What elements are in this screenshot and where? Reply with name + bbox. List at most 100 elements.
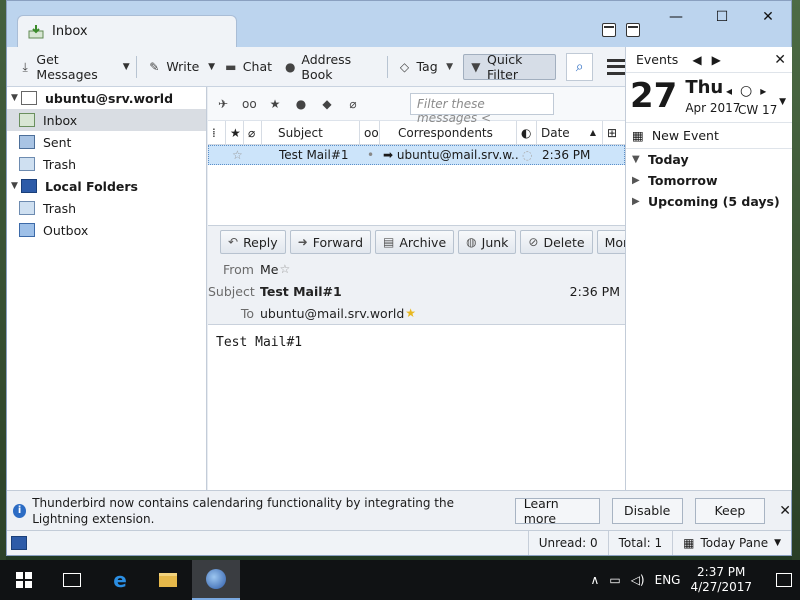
delete-button[interactable]: ⊘ Delete [520, 230, 593, 254]
minimize-button[interactable]: — [653, 1, 699, 33]
forward-button[interactable]: ➜ Forward [289, 230, 372, 254]
thunderbird-taskbar-button[interactable] [192, 560, 240, 600]
close-icon[interactable]: ✕ [779, 503, 791, 519]
reply-label: Reply [243, 234, 278, 250]
today-pane-toggle[interactable]: ▦ Today Pane ▼ [672, 531, 791, 555]
chat-bubble-icon: ▬ [225, 59, 237, 74]
edge-taskbar-button[interactable]: e [96, 560, 144, 600]
unread-filter-icon[interactable]: oo [242, 97, 257, 111]
agenda-label: Tomorrow [648, 173, 718, 188]
file-explorer-taskbar-button[interactable] [144, 560, 192, 600]
tag-filter-icon[interactable]: ◆ [320, 97, 334, 111]
folder-inbox[interactable]: Inbox [7, 109, 206, 131]
close-window-button[interactable]: ✕ [745, 1, 791, 33]
chevron-right-icon: ▶ [632, 175, 640, 186]
task-view-button[interactable] [48, 560, 96, 600]
folder-account[interactable]: ▼ ubuntu@srv.world [7, 87, 206, 109]
chat-button[interactable]: ▬ Chat [218, 54, 278, 80]
folder-local-folders[interactable]: ▼ Local Folders [7, 175, 206, 197]
mini-day: 27 Thu Apr 2017 ◂ ○ ▸ CW 17 ▼ [626, 73, 792, 123]
pin-icon[interactable]: ✈ [216, 97, 230, 111]
junk-button[interactable]: ◍ Junk [458, 230, 517, 254]
delete-label: Delete [543, 234, 585, 250]
folder-sent[interactable]: Sent [7, 131, 206, 153]
folder-local-trash[interactable]: Trash [7, 197, 206, 219]
action-center-icon[interactable] [776, 573, 792, 587]
expand-icon[interactable]: ▼ [11, 93, 21, 103]
app-menu-button[interactable] [607, 58, 625, 75]
date-column[interactable]: Date ▲ [537, 121, 603, 144]
chevron-down-icon[interactable]: ▼ [779, 97, 786, 107]
edge-icon: e [113, 568, 127, 592]
system-tray: ∧ ▭ ◁) ENG 2:37 PM 4/27/2017 [591, 565, 800, 595]
close-icon[interactable]: ✕ [774, 52, 786, 68]
keep-button[interactable]: Keep [694, 497, 766, 524]
filter-messages-input[interactable]: Filter these messages < [410, 92, 554, 125]
volume-icon[interactable]: ◁) [631, 573, 645, 587]
junk-status-icon[interactable]: ◌ [518, 148, 538, 162]
to-value[interactable]: ubuntu@mail.srv.world [260, 306, 404, 321]
star-empty-icon[interactable]: ☆ [279, 262, 290, 276]
flame-icon: ◍ [466, 235, 477, 249]
subject-column[interactable]: Subject [262, 121, 360, 144]
write-button[interactable]: ✎ Write [141, 54, 205, 80]
agenda-tomorrow[interactable]: ▶ Tomorrow [626, 170, 792, 191]
next-day-icon[interactable]: ▸ [760, 84, 766, 98]
calendar-tab-icon[interactable] [602, 23, 616, 37]
next-arrow-icon[interactable]: ▶ [712, 53, 721, 67]
star-column[interactable]: ★ [226, 121, 244, 144]
search-button[interactable]: ⌕ [566, 52, 594, 81]
network-icon[interactable]: ▭ [609, 573, 620, 587]
folder-outbox[interactable]: Outbox [7, 219, 206, 241]
tag-button[interactable]: ◇ Tag ▼ [391, 54, 462, 80]
junk-label: Junk [481, 234, 509, 250]
new-event-button[interactable]: ▦ New Event [626, 123, 792, 149]
unread-count: Unread: 0 [527, 531, 608, 555]
get-messages-label: Get Messages [36, 51, 98, 82]
download-icon: ⤓ [22, 59, 28, 74]
address-book-button[interactable]: ● Address Book [278, 52, 383, 82]
archive-button[interactable]: ▤ Archive [375, 230, 455, 254]
message-correspondent: ➡ ubuntu@mail.srv.w... [381, 148, 518, 162]
column-picker[interactable]: ⊞ [603, 121, 623, 144]
from-value[interactable]: Me [260, 262, 278, 277]
attachment-filter-icon[interactable]: ⌀ [346, 97, 360, 111]
agenda-today[interactable]: ▼ Today [626, 149, 792, 170]
contact-filter-icon[interactable]: ● [294, 97, 308, 111]
maximize-button[interactable]: ☐ [699, 1, 745, 33]
star-filled-icon[interactable]: ★ [405, 306, 416, 320]
get-messages-dropdown[interactable]: ▼ [120, 54, 132, 80]
star-toggle[interactable]: ☆ [227, 148, 245, 162]
folder-icon [159, 573, 177, 587]
junk-column[interactable]: ◐ [517, 121, 537, 144]
get-messages-button[interactable]: ⤓ Get Messages [13, 51, 120, 82]
day-number: 27 [630, 76, 678, 116]
thread-column[interactable]: ⁞ [208, 121, 226, 144]
folder-trash[interactable]: Trash [7, 153, 206, 175]
language-indicator[interactable]: ENG [655, 573, 681, 587]
learn-more-button[interactable]: Learn more [514, 496, 600, 526]
table-row[interactable]: ☆ Test Mail#1 • ➡ ubuntu@mail.srv.w... ◌… [208, 145, 625, 165]
offline-status-icon[interactable] [11, 536, 27, 550]
attachment-column[interactable]: ⌀ [244, 121, 262, 144]
forward-label: Forward [312, 234, 364, 250]
starred-filter-icon[interactable]: ★ [268, 97, 282, 111]
chevron-up-icon[interactable]: ∧ [591, 573, 600, 587]
start-button[interactable] [0, 560, 48, 600]
previous-day-icon[interactable]: ◂ [726, 84, 732, 98]
previous-arrow-icon[interactable]: ◀ [692, 53, 701, 67]
tasks-tab-icon[interactable] [626, 23, 640, 37]
quick-filter-button[interactable]: ▼ Quick Filter [462, 52, 557, 82]
reply-button[interactable]: ↶ Reply [220, 230, 286, 254]
correspondents-column[interactable]: Correspondents [380, 121, 517, 144]
today-circle-icon[interactable]: ○ [740, 83, 752, 99]
chevron-down-icon: ▼ [774, 538, 781, 548]
clock[interactable]: 2:37 PM 4/27/2017 [690, 565, 752, 595]
tab-inbox[interactable]: Inbox [17, 15, 237, 47]
agenda-upcoming[interactable]: ▶ Upcoming (5 days) [626, 191, 792, 212]
read-column[interactable]: oo [360, 121, 380, 144]
write-dropdown[interactable]: ▼ [205, 54, 217, 80]
read-dot-icon[interactable]: • [361, 148, 381, 162]
expand-icon[interactable]: ▼ [11, 181, 21, 191]
disable-button[interactable]: Disable [611, 497, 683, 524]
